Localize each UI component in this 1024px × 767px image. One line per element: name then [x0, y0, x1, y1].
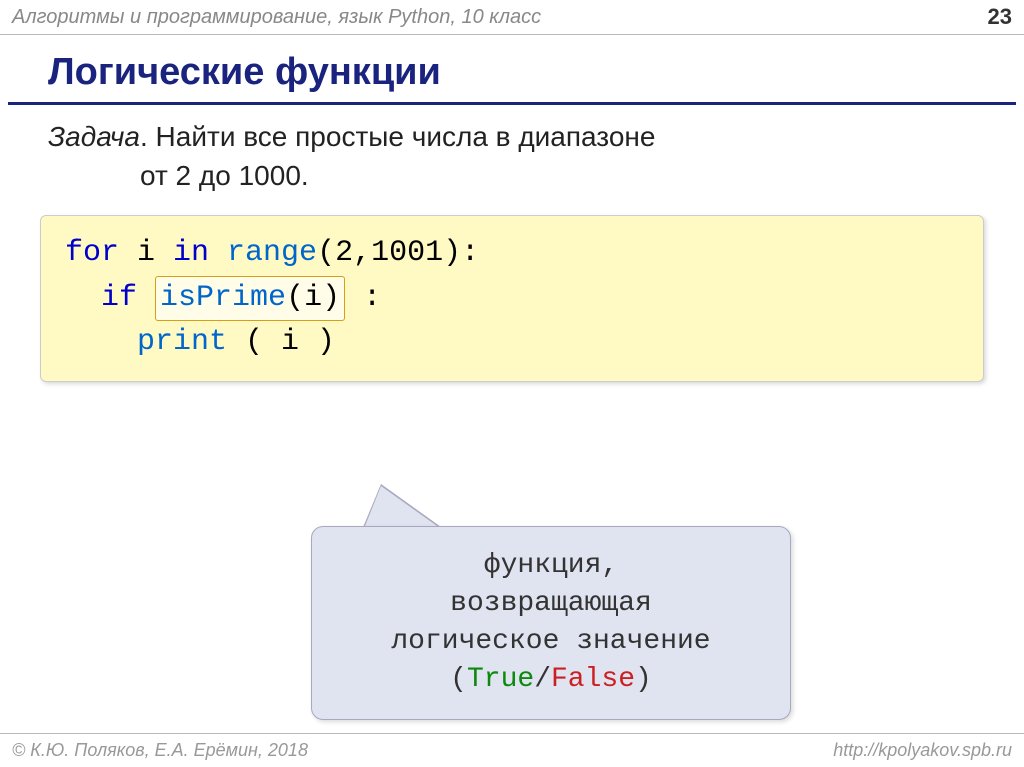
callout-line-4: (True/False) — [340, 661, 762, 699]
page-number: 23 — [988, 4, 1012, 30]
keyword-if: if — [101, 281, 137, 315]
slash: / — [534, 664, 551, 695]
fn-print: print — [137, 325, 227, 359]
fn-range: range — [209, 236, 317, 270]
footer-copyright: © К.Ю. Поляков, Е.А. Ерёмин, 2018 — [12, 740, 308, 761]
header-subject: Алгоритмы и программирование, язык Pytho… — [12, 6, 541, 29]
code-line-2: if isPrime(i) : — [65, 276, 959, 322]
callout-line-2: возвращающая — [340, 585, 762, 623]
fn-isprime: isPrime — [160, 281, 286, 315]
keyword-for: for — [65, 236, 119, 270]
keyword-in: in — [173, 236, 209, 270]
callout-box: функция, возвращающая логическое значени… — [311, 526, 791, 719]
print-args: ( i ) — [227, 325, 335, 359]
code-line-1: for i in range(2,1001): — [65, 232, 959, 276]
callout-line-1: функция, — [340, 547, 762, 585]
header-bar: Алгоритмы и программирование, язык Pytho… — [0, 0, 1024, 35]
callout: функция, возвращающая логическое значени… — [311, 526, 791, 719]
task-text-1: . Найти все простые числа в диапазоне — [140, 121, 655, 152]
highlighted-call: isPrime(i) — [155, 276, 345, 322]
task-label: Задача — [48, 121, 140, 152]
false-value: False — [551, 664, 635, 695]
range-args: (2,1001): — [317, 236, 479, 270]
task-text-2: от 2 до 1000. — [48, 156, 1024, 195]
footer-bar: © К.Ю. Поляков, Е.А. Ерёмин, 2018 http:/… — [0, 733, 1024, 767]
callout-line-3: логическое значение — [340, 623, 762, 661]
slide-title: Логические функции — [8, 35, 1016, 105]
colon: : — [345, 281, 381, 315]
true-value: True — [467, 664, 534, 695]
paren-open: ( — [450, 664, 467, 695]
isprime-args: (i) — [286, 281, 340, 315]
paren-close: ) — [635, 664, 652, 695]
var-i: i — [119, 236, 173, 270]
task-description: Задача. Найти все простые числа в диапаз… — [0, 105, 1024, 195]
code-line-3: print ( i ) — [65, 321, 959, 365]
footer-url: http://kpolyakov.spb.ru — [833, 740, 1012, 761]
code-block: for i in range(2,1001): if isPrime(i) : … — [40, 215, 984, 382]
